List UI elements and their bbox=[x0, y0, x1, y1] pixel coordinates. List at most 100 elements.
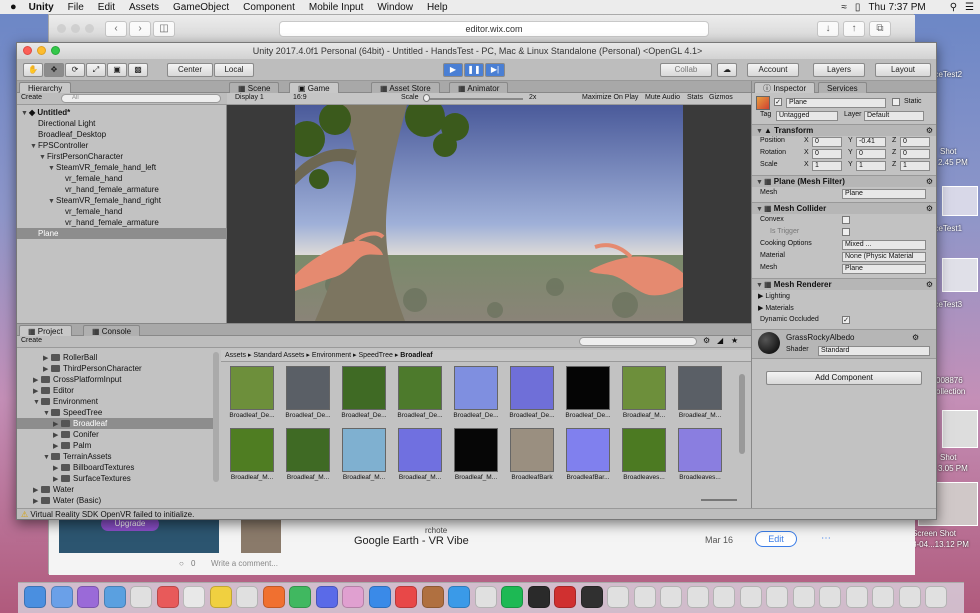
hierarchy-item[interactable]: ▼SteamVR_female_hand_left bbox=[17, 162, 227, 173]
forward-button[interactable]: › bbox=[129, 21, 151, 37]
breadcrumb-item[interactable]: Broadleaf bbox=[400, 352, 432, 359]
rect-tool-icon[interactable]: ▣ bbox=[107, 63, 127, 77]
dock-app-icon[interactable] bbox=[872, 586, 894, 608]
dynamic-occluded-checkbox[interactable]: ✓ bbox=[842, 316, 850, 324]
menu-app-name[interactable]: Unity bbox=[29, 2, 54, 13]
post-title[interactable]: Google Earth - VR Vibe bbox=[354, 535, 469, 547]
desktop-file-label[interactable]: 008876 bbox=[936, 376, 963, 385]
dock-app-icon[interactable] bbox=[898, 586, 921, 608]
hierarchy-item[interactable]: Plane bbox=[17, 228, 227, 239]
asset-thumbnail[interactable] bbox=[678, 428, 722, 472]
desktop-file-label[interactable]: 3.05 PM bbox=[938, 464, 968, 473]
menu-assets[interactable]: Assets bbox=[129, 2, 159, 13]
safari-minimize-button[interactable] bbox=[71, 24, 80, 33]
tab-scene[interactable]: ▦ Scene bbox=[229, 82, 280, 93]
hierarchy-item[interactable]: vr_hand_female_armature bbox=[17, 184, 227, 195]
project-folder-item[interactable]: ▶ Editor bbox=[17, 385, 213, 396]
expand-arrow-icon[interactable]: ▼ bbox=[33, 397, 41, 408]
asset-thumbnail[interactable] bbox=[286, 366, 330, 410]
label-icon[interactable]: ◢ bbox=[717, 336, 723, 345]
expand-arrow-icon[interactable]: ▼ bbox=[48, 196, 56, 207]
asset-thumbnail[interactable] bbox=[622, 366, 666, 410]
dock-app-icon[interactable] bbox=[24, 586, 46, 608]
asset-thumbnail[interactable] bbox=[286, 428, 330, 472]
dock-app-icon[interactable] bbox=[183, 586, 205, 608]
transform-header[interactable]: ▼▲ Transform ⚙ bbox=[752, 124, 936, 137]
breadcrumb-item[interactable]: Environment bbox=[312, 352, 351, 359]
asset-thumbnail[interactable] bbox=[510, 366, 554, 410]
game-render[interactable] bbox=[295, 105, 683, 321]
project-folder-item[interactable]: ▼ SpeedTree bbox=[17, 407, 213, 418]
stats-toggle[interactable]: Stats bbox=[687, 94, 703, 101]
desktop-file-label[interactable]: 2.45 PM bbox=[938, 158, 968, 167]
asset-thumbnail[interactable] bbox=[622, 428, 666, 472]
dock-app-icon[interactable] bbox=[474, 586, 497, 608]
project-folder-item[interactable]: ▶ RollerBall bbox=[17, 352, 213, 363]
physic-material-field[interactable]: None (Physic Material bbox=[842, 252, 926, 262]
gear-icon[interactable]: ⚙ bbox=[926, 203, 933, 215]
asset-thumbnail[interactable] bbox=[566, 366, 610, 410]
status-message[interactable]: Virtual Reality SDK OpenVR failed to ini… bbox=[30, 510, 194, 519]
menubar-clock[interactable]: Thu 7:37 PM bbox=[868, 2, 925, 13]
mesh-filter-mesh-field[interactable]: Plane bbox=[842, 189, 926, 199]
asset-thumbnail[interactable] bbox=[510, 428, 554, 472]
asset-thumbnail[interactable] bbox=[454, 428, 498, 472]
breadcrumb-item[interactable]: Assets bbox=[225, 352, 246, 359]
position-x-field[interactable]: 0 bbox=[812, 137, 842, 147]
hierarchy-search-input[interactable]: All bbox=[61, 94, 221, 103]
tab-project[interactable]: ▦ Project bbox=[19, 325, 72, 336]
unity-minimize-button[interactable] bbox=[37, 46, 46, 55]
tabs-icon[interactable]: ⧉ bbox=[869, 21, 891, 37]
unity-close-button[interactable] bbox=[23, 46, 32, 55]
dock-app-icon[interactable] bbox=[527, 586, 550, 608]
gear-icon[interactable]: ⚙ bbox=[912, 333, 919, 342]
move-tool-icon[interactable]: ✥ bbox=[44, 63, 64, 77]
project-folder-item[interactable]: ▶ BillboardTextures bbox=[17, 462, 213, 473]
asset-thumbnail[interactable] bbox=[454, 366, 498, 410]
layout-dropdown[interactable]: Layout bbox=[875, 63, 931, 77]
static-checkbox[interactable] bbox=[892, 98, 900, 106]
shader-dropdown[interactable]: Standard bbox=[818, 346, 930, 356]
project-folder-item[interactable]: ▶ Palm bbox=[17, 440, 213, 451]
dock-app-icon[interactable] bbox=[421, 586, 444, 608]
aspect-dropdown[interactable]: 16:9 bbox=[293, 94, 307, 101]
project-folder-item[interactable]: ▶ SurfaceTextures bbox=[17, 473, 213, 484]
position-y-field[interactable]: -0.41 bbox=[856, 137, 886, 147]
asset-thumbnail[interactable] bbox=[342, 428, 386, 472]
dock-app-icon[interactable] bbox=[289, 586, 311, 608]
scale-x-field[interactable]: 1 bbox=[812, 161, 842, 171]
scene-root-row[interactable]: ▼◆ Untitled* bbox=[21, 107, 221, 118]
project-create-button[interactable]: Create bbox=[21, 337, 42, 344]
back-button[interactable]: ‹ bbox=[105, 21, 127, 37]
gear-icon[interactable]: ⚙ bbox=[926, 125, 933, 137]
hierarchy-item[interactable]: Directional Light bbox=[17, 118, 227, 129]
dock-app-icon[interactable] bbox=[156, 586, 179, 608]
url-bar[interactable]: editor.wix.com bbox=[279, 21, 709, 37]
hierarchy-item[interactable]: ▼FirstPersonCharacter bbox=[17, 151, 227, 162]
add-component-button[interactable]: Add Component bbox=[766, 371, 922, 385]
comment-input[interactable]: Write a comment... bbox=[211, 559, 278, 568]
hierarchy-create-button[interactable]: Create bbox=[21, 94, 42, 101]
expand-arrow-icon[interactable]: ▼ bbox=[43, 408, 51, 419]
lighting-foldout[interactable]: ▶ Lighting bbox=[758, 292, 790, 300]
wifi-icon[interactable]: ≈ bbox=[841, 2, 847, 13]
expand-arrow-icon[interactable]: ▶ bbox=[33, 496, 41, 506]
project-folder-item[interactable]: ▶ ThirdPersonCharacter bbox=[17, 363, 213, 374]
more-icon[interactable]: ⋯ bbox=[821, 533, 831, 544]
tree-scrollbar[interactable] bbox=[213, 352, 219, 482]
menu-gameobject[interactable]: GameObject bbox=[173, 2, 229, 13]
hierarchy-item[interactable]: ▼FPSController bbox=[17, 140, 227, 151]
pause-button[interactable]: ❚❚ bbox=[464, 63, 484, 77]
mute-audio-toggle[interactable]: Mute Audio bbox=[645, 94, 680, 101]
pivot-center-button[interactable]: Center bbox=[167, 63, 213, 77]
asset-scrollbar[interactable] bbox=[739, 374, 745, 454]
menu-window[interactable]: Window bbox=[377, 2, 413, 13]
play-button[interactable]: ▶ bbox=[443, 63, 463, 77]
is-trigger-checkbox[interactable] bbox=[842, 228, 850, 236]
dock-app-icon[interactable] bbox=[845, 586, 868, 608]
dock-app-icon[interactable] bbox=[209, 586, 232, 608]
tab-hierarchy[interactable]: Hierarchy bbox=[19, 82, 72, 93]
breadcrumb-item[interactable]: SpeedTree bbox=[359, 352, 393, 359]
menu-mobile-input[interactable]: Mobile Input bbox=[309, 2, 363, 13]
mesh-renderer-header[interactable]: ▼▦ Mesh Renderer ⚙ bbox=[752, 278, 936, 290]
